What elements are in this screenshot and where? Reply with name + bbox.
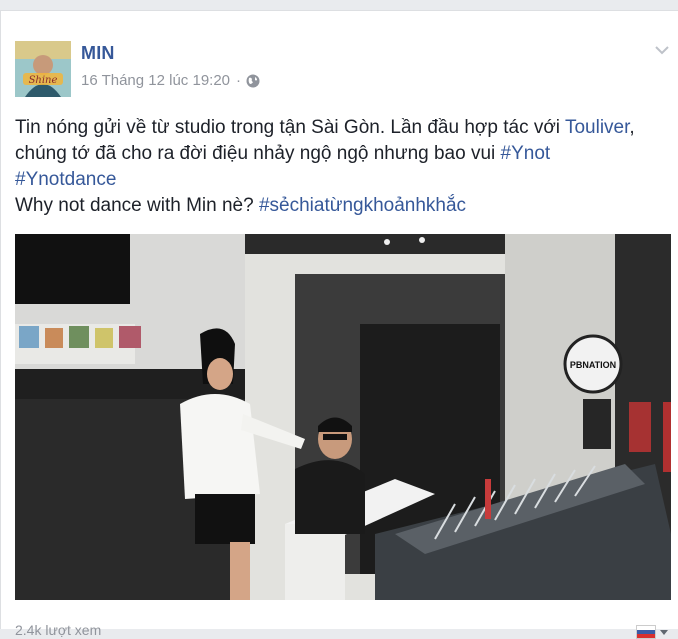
post-text-segment: , [629, 117, 635, 138]
avatar[interactable]: Shine [15, 41, 71, 97]
post-text-segment: chúng tớ đã cho ra đời điệu nhảy ngộ ngộ… [15, 143, 501, 164]
mention-link[interactable]: Touliver [565, 117, 629, 138]
post-timestamp[interactable]: 16 Tháng 12 lúc 19:20 [81, 72, 230, 89]
post-text-segment: Why not dance with Min nè? [15, 195, 259, 216]
hashtag-link[interactable]: #Ynot [501, 143, 551, 164]
hashtag-link[interactable]: #Ynotdance [15, 169, 116, 190]
view-count: 2.4k lượt xem [15, 623, 102, 637]
author-name[interactable]: MIN [81, 43, 115, 64]
caret-down-icon [660, 629, 668, 635]
meta-separator: · [236, 72, 242, 89]
hashtag-link[interactable]: #sẻchiatừngkhoảnhkhắc [259, 195, 466, 216]
avatar-logo-text: Shine [29, 75, 58, 86]
globe-icon[interactable] [246, 74, 260, 88]
post-text: Tin nóng gửi về từ studio trong tận Sài … [15, 115, 665, 219]
flag-icon [636, 625, 656, 639]
post-meta: 16 Tháng 12 lúc 19:20 · [81, 72, 260, 89]
chevron-down-icon[interactable] [654, 43, 670, 55]
video-player[interactable]: PBNATION [15, 234, 671, 600]
post-card: Shine MIN 16 Tháng 12 lúc 19:20 · Tin nó… [0, 10, 678, 639]
post-text-segment: Tin nóng gửi về từ studio trong tận Sài … [15, 117, 565, 138]
video-frame: PBNATION [15, 234, 671, 600]
language-selector[interactable] [636, 625, 668, 639]
studio-sign-text: PBNATION [570, 360, 616, 370]
